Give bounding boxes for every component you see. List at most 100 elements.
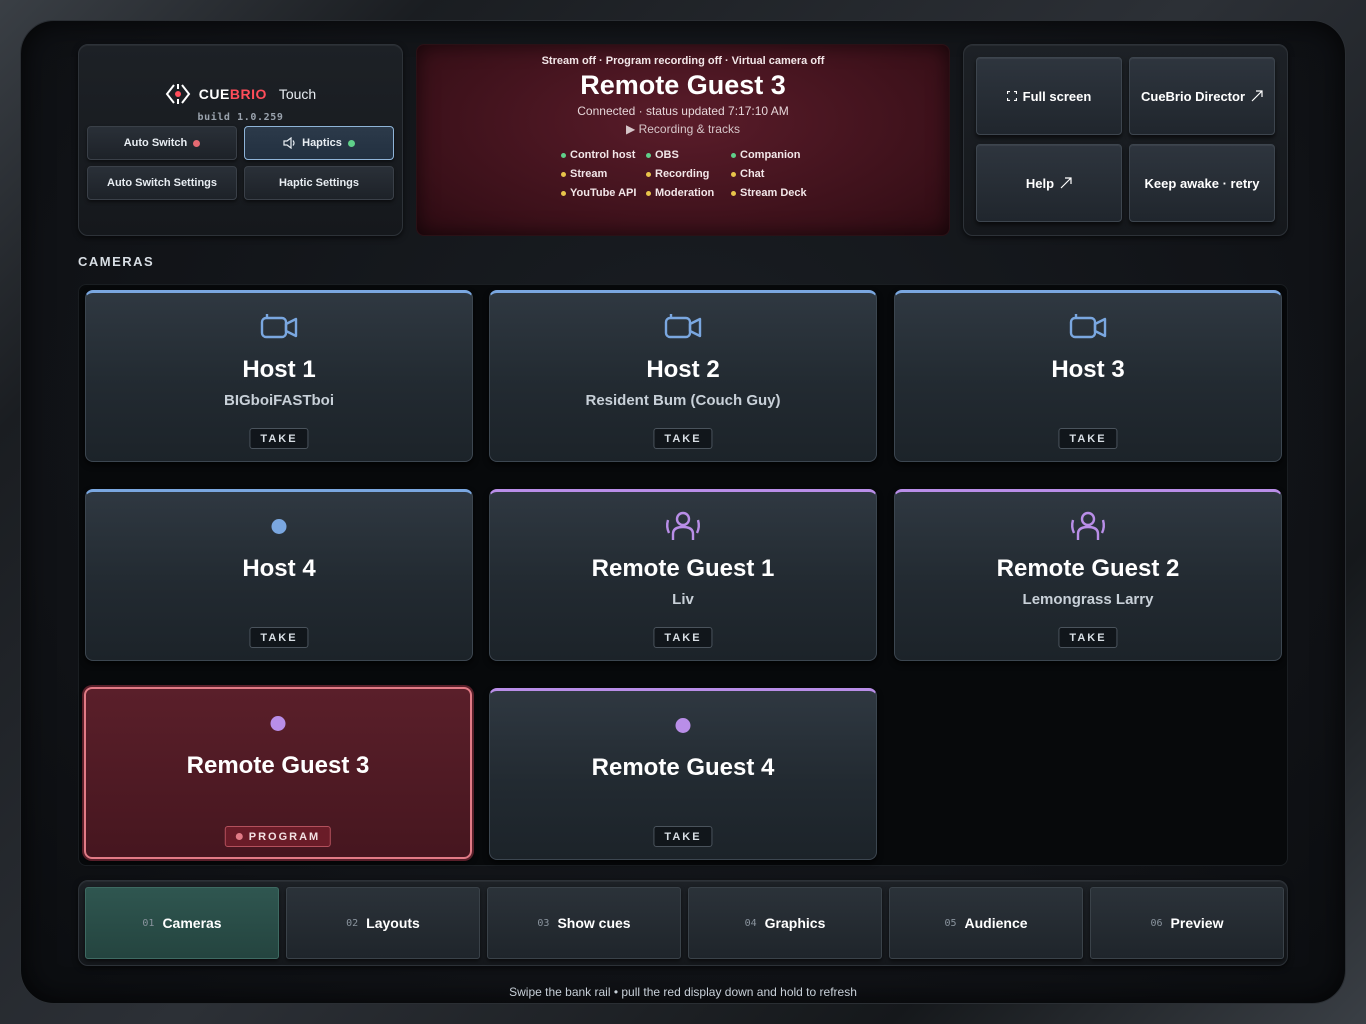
nav-tab-audience[interactable]: 05 Audience — [889, 887, 1083, 959]
cuebrio-logo-icon — [165, 84, 191, 104]
nav-tab-number: 04 — [744, 917, 757, 929]
nav-tab-label: Cameras — [162, 915, 222, 931]
nav-tab-label: Preview — [1170, 915, 1224, 931]
cuebrio-director-label: CueBrio Director — [1140, 88, 1246, 104]
camera-name: Host 3 — [1051, 356, 1125, 383]
auto-switch-settings-button[interactable]: Auto Switch Settings — [87, 166, 237, 200]
take-button[interactable]: TAKE — [1058, 428, 1118, 449]
nav-tab-label: Audience — [964, 915, 1028, 931]
brand-row: CUEBRIO Touch — [79, 81, 402, 107]
help-label: Help — [1025, 175, 1055, 191]
source-dot-icon — [271, 519, 287, 534]
camera-name: Host 4 — [242, 555, 316, 582]
service-status-item: OBS — [646, 149, 679, 161]
service-status-item: Chat — [731, 168, 764, 180]
speaker-icon — [283, 137, 295, 149]
camera-name: Host 2 — [646, 356, 720, 383]
nav-tab-layouts[interactable]: 02 Layouts — [286, 887, 480, 959]
take-button[interactable]: TAKE — [653, 627, 713, 648]
nav-tab-show-cues[interactable]: 03 Show cues — [487, 887, 681, 959]
video-camera-icon — [260, 314, 298, 339]
brand-suffix: Touch — [278, 86, 317, 102]
brand-name: CUEBRIO — [199, 86, 267, 102]
camera-subtitle: Resident Bum (Couch Guy) — [585, 392, 781, 409]
camera-name: Remote Guest 4 — [591, 754, 775, 781]
camera-tile[interactable]: Host 4 TAKE — [85, 489, 473, 661]
nav-tab-graphics[interactable]: 04 Graphics — [688, 887, 882, 959]
take-button[interactable]: TAKE — [653, 826, 713, 847]
build-version: build 1.0.259 — [197, 112, 284, 123]
take-button[interactable]: TAKE — [1058, 627, 1118, 648]
service-status-dot — [731, 171, 736, 177]
brand-name-part: CUE — [198, 86, 230, 102]
nav-tab-number: 05 — [944, 917, 957, 929]
service-status-item: Recording — [646, 168, 709, 180]
program-status-display[interactable]: Stream off · Program recording off · Vir… — [416, 44, 950, 236]
nav-tab-number: 03 — [537, 917, 550, 929]
camera-tile[interactable]: Host 3 TAKE — [894, 290, 1282, 462]
haptics-label: Haptics — [302, 137, 342, 149]
camera-name: Remote Guest 1 — [591, 555, 775, 582]
service-status-dot — [561, 190, 566, 196]
service-status-item: Control host — [561, 149, 635, 161]
gesture-hint: Swipe the bank rail • pull the red displ… — [509, 985, 857, 999]
fullscreen-icon — [1006, 91, 1017, 101]
service-status-label: YouTube API — [570, 187, 637, 199]
camera-tile[interactable]: Remote Guest 1 Liv TAKE — [489, 489, 877, 661]
service-status-label: Recording — [655, 168, 710, 180]
program-source-title: Remote Guest 3 — [580, 70, 786, 100]
service-status-dot — [731, 190, 736, 196]
recording-tracks-toggle[interactable]: ▶ Recording & tracks — [417, 122, 949, 136]
program-badge: PROGRAM — [224, 826, 332, 847]
camera-tile[interactable]: Host 2 Resident Bum (Couch Guy) TAKE — [489, 290, 877, 462]
auto-switch-button[interactable]: Auto Switch — [87, 126, 237, 160]
external-link-icon — [1060, 177, 1072, 189]
service-status-label: Stream — [570, 168, 608, 180]
service-status-item: Moderation — [646, 187, 714, 199]
fullscreen-label: Full screen — [1022, 88, 1092, 104]
brand-panel: CUEBRIO Touch build 1.0.259 Auto Switch … — [78, 44, 403, 236]
nav-tab-preview[interactable]: 06 Preview — [1090, 887, 1284, 959]
nav-tab-number: 02 — [346, 917, 359, 929]
cuebrio-director-button[interactable]: CueBrio Director — [1129, 57, 1275, 135]
remote-guest-icon — [1071, 511, 1105, 540]
brand-name-accent: BRIO — [229, 86, 267, 102]
output-status-line: Stream off · Program recording off · Vir… — [541, 55, 825, 67]
service-status-item: Companion — [731, 149, 801, 161]
source-dot-icon — [270, 716, 286, 731]
service-status-dot — [646, 190, 651, 196]
take-button[interactable]: TAKE — [249, 428, 309, 449]
service-status-dot — [646, 152, 651, 158]
nav-tab-label: Show cues — [557, 915, 631, 931]
help-button[interactable]: Help — [976, 144, 1122, 222]
camera-tile[interactable]: Host 1 BIGboiFASTboi TAKE — [85, 290, 473, 462]
service-status-label: OBS — [655, 149, 679, 161]
video-camera-icon — [664, 314, 702, 339]
nav-tab-label: Layouts — [366, 915, 420, 931]
actions-panel: Full screen CueBrio Director Help Keep a… — [963, 44, 1288, 236]
service-status-item: YouTube API — [561, 187, 636, 199]
cameras-section-label: CAMERAS — [78, 254, 155, 269]
camera-tile[interactable]: Remote Guest 4 TAKE — [489, 688, 877, 860]
program-label: PROGRAM — [248, 830, 321, 843]
haptic-settings-button[interactable]: Haptic Settings — [244, 166, 394, 200]
haptics-button[interactable]: Haptics — [244, 126, 394, 160]
service-status-label: Stream Deck — [740, 187, 807, 199]
fullscreen-button[interactable]: Full screen — [976, 57, 1122, 135]
take-button[interactable]: TAKE — [249, 627, 309, 648]
keep-awake-retry-button[interactable]: Keep awake · retry — [1129, 144, 1275, 222]
program-dot-icon — [235, 833, 243, 840]
source-dot-icon — [675, 718, 691, 733]
auto-switch-label: Auto Switch — [123, 137, 188, 149]
camera-subtitle: Liv — [672, 591, 694, 608]
external-link-icon — [1251, 90, 1263, 102]
take-button[interactable]: TAKE — [653, 428, 713, 449]
service-status-dot — [561, 171, 566, 177]
camera-name: Remote Guest 3 — [186, 752, 370, 779]
haptics-status-dot — [347, 139, 355, 147]
service-status-dot — [646, 171, 651, 177]
camera-tile[interactable]: Remote Guest 2 Lemongrass Larry TAKE — [894, 489, 1282, 661]
nav-tab-cameras[interactable]: 01 Cameras — [85, 887, 279, 959]
camera-tile[interactable]: Remote Guest 3 PROGRAM — [84, 687, 472, 859]
service-status-dot — [561, 152, 566, 158]
